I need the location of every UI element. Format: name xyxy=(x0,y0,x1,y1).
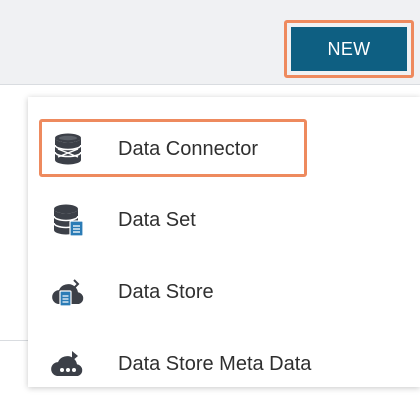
menu-item-label: Data Set xyxy=(118,209,196,231)
menu-item-label: Data Store Meta Data xyxy=(118,353,312,375)
menu-item-data-store-meta-data[interactable]: Data Store Meta Data xyxy=(28,329,420,399)
cloud-store-icon xyxy=(50,274,86,310)
database-dataset-icon xyxy=(50,202,86,238)
new-button-highlight: NEW xyxy=(284,20,414,78)
menu-item-data-store[interactable]: Data Store xyxy=(28,257,420,327)
new-dropdown-menu: Data Connector Data Set Data Store Data … xyxy=(28,97,420,387)
new-button[interactable]: NEW xyxy=(291,27,407,71)
menu-item-data-connector[interactable]: Data Connector xyxy=(28,114,420,184)
divider xyxy=(0,340,28,341)
cloud-store-metadata-icon xyxy=(50,346,86,382)
menu-item-label: Data Store xyxy=(118,281,214,303)
database-connector-icon xyxy=(50,131,86,167)
toolbar: NEW xyxy=(0,0,420,85)
menu-item-label: Data Connector xyxy=(118,138,259,160)
menu-item-data-set[interactable]: Data Set xyxy=(28,185,420,255)
